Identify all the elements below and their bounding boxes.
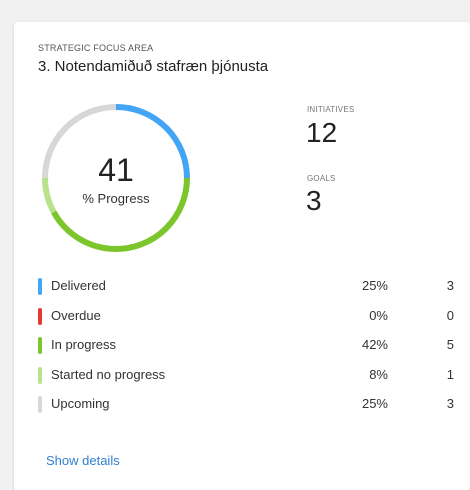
show-details-link[interactable]: Show details xyxy=(46,453,120,468)
legend-count: 3 xyxy=(446,278,454,293)
legend-percent: 8% xyxy=(369,366,388,382)
legend-percent: 25% xyxy=(361,278,388,293)
legend-label: Started no progress xyxy=(51,366,166,382)
legend-row-started-no-progress: Started no progress 8% 1 xyxy=(38,363,464,393)
legend-label: Overdue xyxy=(51,307,101,323)
progress-label: % Progress xyxy=(82,190,150,206)
card-eyebrow: STRATEGIC FOCUS AREA xyxy=(38,43,154,53)
legend-row-overdue: Overdue 0% 0 xyxy=(38,304,464,334)
legend-label: Delivered xyxy=(51,278,106,293)
progress-value: 41 xyxy=(98,151,134,188)
legend-count: 5 xyxy=(446,337,454,352)
legend-count: 3 xyxy=(446,396,454,411)
upcoming-swatch xyxy=(38,396,42,413)
overdue-swatch xyxy=(38,307,42,325)
legend-row-upcoming: Upcoming 25% 3 xyxy=(38,392,464,422)
goals-count: 3 xyxy=(306,185,322,216)
legend-label: Upcoming xyxy=(51,396,110,411)
legend-percent: 42% xyxy=(361,337,388,352)
card-title: 3. Notendamiðuð stafræn þjónusta xyxy=(38,58,269,75)
in-progress-swatch xyxy=(38,337,42,354)
legend-row-in-progress: In progress 42% 5 xyxy=(38,333,464,363)
delivered-swatch xyxy=(38,278,42,295)
initiatives-count: 12 xyxy=(306,117,338,148)
progress-center: 41 % Progress xyxy=(39,101,193,255)
legend-count: 0 xyxy=(446,307,454,323)
legend-percent: 0% xyxy=(369,307,388,323)
legend-count: 1 xyxy=(446,366,454,382)
legend-label: In progress xyxy=(51,337,117,352)
legend-percent: 25% xyxy=(361,396,388,411)
started-no-progress-swatch xyxy=(38,366,42,384)
initiatives-label: INITIATIVES xyxy=(307,105,355,114)
strategic-focus-card: STRATEGIC FOCUS AREA 3. Notendamiðuð sta… xyxy=(14,22,470,490)
status-legend: Delivered 25% 3 Overdue 0% 0 In progress… xyxy=(38,274,464,422)
legend-row-delivered: Delivered 25% 3 xyxy=(38,274,464,304)
goals-label: GOALS xyxy=(307,174,336,183)
